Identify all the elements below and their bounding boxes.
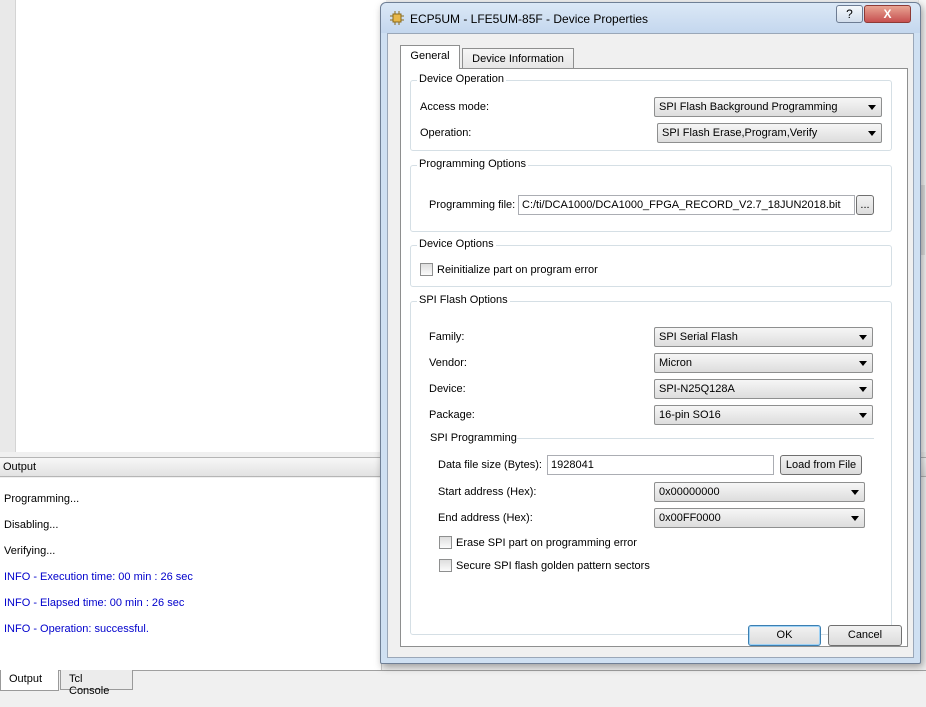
start-address-value: 0x00000000 [659,486,720,498]
log-line-info: INFO - Elapsed time: 00 min : 26 sec [4,597,185,609]
package-value: 16-pin SO16 [659,409,721,421]
status-strip [0,670,926,707]
device-operation-group: Device Operation Access mode: SPI Flash … [410,73,892,151]
start-address-dropdown[interactable]: 0x00000000 [654,482,865,502]
group-title: Programming Options [417,158,528,170]
end-address-label: End address (Hex): [438,512,533,524]
device-properties-dialog: ECP5UM - LFE5UM-85F - Device Properties … [380,2,921,664]
secure-spi-checkbox[interactable] [439,559,452,572]
package-label: Package: [429,409,475,421]
section-divider [516,438,874,439]
programming-file-field[interactable] [519,196,854,214]
chevron-down-icon [851,516,859,521]
dialog-client-area: General Device Information Device Operat… [387,33,914,658]
start-address-label: Start address (Hex): [438,486,537,498]
browse-button[interactable]: ... [856,195,874,215]
reinitialize-label: Reinitialize part on program error [437,264,598,276]
operation-value: SPI Flash Erase,Program,Verify [662,127,818,139]
tab-tcl-console[interactable]: Tcl Console [60,670,133,697]
tab-general[interactable]: General [400,45,460,69]
tab-output[interactable]: Output [0,670,59,691]
package-dropdown[interactable]: 16-pin SO16 [654,405,873,425]
family-label: Family: [429,331,465,343]
device-options-group: Device Options Reinitialize part on prog… [410,238,892,287]
vendor-label: Vendor: [429,357,467,369]
log-line-info: INFO - Execution time: 00 min : 26 sec [4,571,193,583]
chevron-down-icon [859,413,867,418]
dialog-title: ECP5UM - LFE5UM-85F - Device Properties [410,12,649,26]
chevron-down-icon [851,490,859,495]
chevron-down-icon [859,335,867,340]
chevron-down-icon [868,131,876,136]
group-title: Device Operation [417,73,506,85]
device-label: Device: [429,383,466,395]
erase-spi-label: Erase SPI part on programming error [456,537,637,549]
chevron-down-icon [868,105,876,110]
spi-flash-options-group: SPI Flash Options Family: SPI Serial Fla… [410,294,892,635]
access-mode-value: SPI Flash Background Programming [659,101,838,113]
vendor-value: Micron [659,357,693,369]
access-mode-dropdown[interactable]: SPI Flash Background Programming [654,97,882,117]
data-file-size-input[interactable] [547,455,774,475]
access-mode-label: Access mode: [420,101,490,113]
operation-label: Operation: [420,127,472,139]
help-button[interactable]: ? [836,5,863,23]
device-dropdown[interactable]: SPI-N25Q128A [654,379,873,399]
group-title: Device Options [417,238,496,250]
general-tab-panel: Device Operation Access mode: SPI Flash … [400,68,908,647]
operation-dropdown[interactable]: SPI Flash Erase,Program,Verify [657,123,882,143]
output-panel-title: Output [3,461,37,473]
log-line: Disabling... [4,519,59,531]
spi-programming-title: SPI Programming [430,432,517,444]
dialog-titlebar[interactable]: ECP5UM - LFE5UM-85F - Device Properties … [381,3,920,33]
vendor-dropdown[interactable]: Micron [654,353,873,373]
end-address-value: 0x00FF0000 [659,512,721,524]
output-log: Programming... Disabling... Verifying...… [0,478,382,670]
tab-device-information[interactable]: Device Information [462,48,574,70]
chip-icon [390,11,404,25]
programming-file-input[interactable] [518,195,855,215]
device-value: SPI-N25Q128A [659,383,735,395]
secure-spi-label: Secure SPI flash golden pattern sectors [456,560,650,572]
log-line: Programming... [4,493,80,505]
end-address-dropdown[interactable]: 0x00FF0000 [654,508,865,528]
family-dropdown[interactable]: SPI Serial Flash [654,327,873,347]
log-line: Verifying... [4,545,56,557]
main-canvas [16,0,386,452]
data-file-size-field[interactable] [548,456,773,474]
data-file-size-label: Data file size (Bytes): [438,459,542,471]
chevron-down-icon [859,361,867,366]
cancel-button[interactable]: Cancel [828,625,902,646]
programming-options-group: Programming Options Programming file: ..… [410,158,892,232]
left-toolbar-strip [0,0,16,452]
group-title: SPI Flash Options [417,294,510,306]
close-button[interactable]: X [864,5,911,23]
programming-file-label: Programming file: [429,199,516,211]
reinitialize-checkbox[interactable] [420,263,433,276]
load-from-file-button[interactable]: Load from File [780,455,862,475]
log-line-info: INFO - Operation: successful. [4,623,149,635]
ok-button[interactable]: OK [748,625,821,646]
chevron-down-icon [859,387,867,392]
family-value: SPI Serial Flash [659,331,738,343]
erase-spi-checkbox[interactable] [439,536,452,549]
